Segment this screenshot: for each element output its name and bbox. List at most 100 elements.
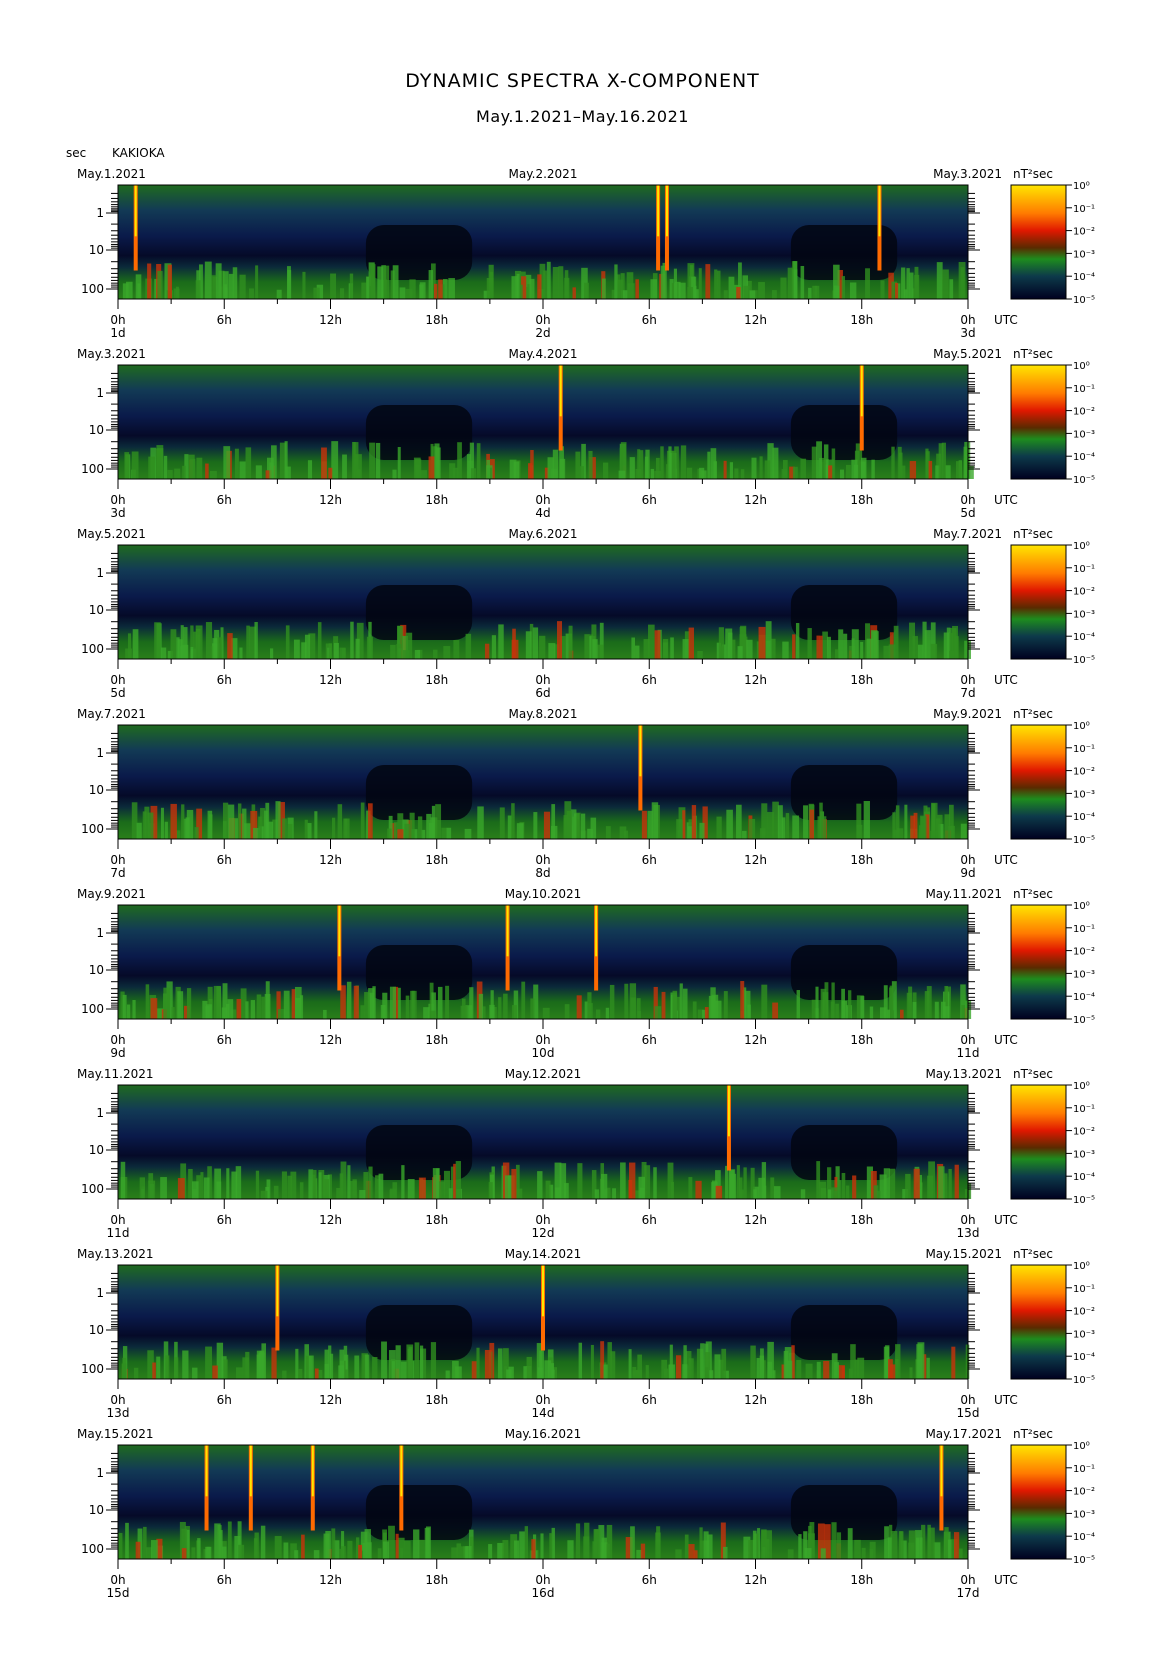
spectral-power-cell bbox=[654, 630, 661, 659]
spectral-power-cell bbox=[183, 627, 188, 659]
day-label: 16d bbox=[532, 1586, 555, 1600]
spectral-power-cell bbox=[871, 459, 875, 479]
spectral-power-cell bbox=[899, 1531, 904, 1559]
spectral-power-cell bbox=[367, 803, 373, 839]
spectral-power-cell bbox=[663, 1368, 670, 1379]
spectral-power-cell bbox=[160, 1177, 167, 1199]
panel-start-date: May.9.2021 bbox=[77, 887, 146, 901]
spectral-power-cell bbox=[607, 1342, 612, 1379]
event-spike-core bbox=[878, 185, 881, 237]
x-tick-label: 0h bbox=[110, 1573, 125, 1587]
spectral-power-cell bbox=[434, 443, 440, 479]
spectral-power-cell bbox=[443, 646, 451, 659]
spectral-power-cell bbox=[592, 1541, 598, 1559]
spectral-power-cell bbox=[660, 446, 664, 479]
spectral-power-cell bbox=[222, 802, 229, 839]
spectral-power-cell bbox=[705, 264, 711, 299]
spectral-power-cell bbox=[465, 1546, 472, 1559]
spectral-power-cell bbox=[163, 455, 168, 479]
spectral-power-cell bbox=[893, 829, 900, 839]
spectral-power-cell bbox=[312, 1170, 317, 1199]
spectral-power-cell bbox=[654, 1006, 662, 1019]
spectral-power-cell bbox=[785, 813, 790, 839]
spectral-power-cell bbox=[245, 1351, 250, 1379]
spectral-power-cell bbox=[637, 449, 641, 479]
colorbar-label: 10⁻² bbox=[1073, 227, 1095, 238]
event-spike-core bbox=[134, 185, 137, 237]
spectral-power-cell bbox=[331, 441, 339, 479]
spectral-power-cell bbox=[498, 624, 504, 659]
spectral-power-cell bbox=[697, 650, 703, 659]
spectral-power-cell bbox=[511, 1005, 517, 1019]
x-tick-label: 6h bbox=[217, 1393, 232, 1407]
spectral-power-cell bbox=[372, 1356, 378, 1379]
x-tick-label: 0h bbox=[535, 1573, 550, 1587]
spectral-power-cell bbox=[276, 289, 282, 299]
spectral-power-cell bbox=[723, 991, 728, 1019]
x-tick-label: 18h bbox=[850, 853, 873, 867]
spectral-power-cell bbox=[869, 1006, 874, 1019]
spectral-power-cell bbox=[432, 1168, 440, 1199]
colorbar-label: 10⁰ bbox=[1073, 1081, 1090, 1092]
spectral-power-cell bbox=[328, 467, 333, 479]
spectral-power-cell bbox=[304, 634, 311, 659]
event-spike-core bbox=[338, 905, 341, 957]
x-tick-label: 6h bbox=[642, 1393, 657, 1407]
spectral-power-cell bbox=[831, 1522, 837, 1559]
quiet-night-region bbox=[365, 945, 473, 1000]
spectral-power-cell bbox=[383, 265, 390, 299]
spectral-power-cell bbox=[860, 996, 865, 1019]
y-tick-label: 100 bbox=[81, 1362, 104, 1376]
x-tick-label: 6h bbox=[217, 1573, 232, 1587]
spectral-power-cell bbox=[191, 1547, 196, 1559]
colorbar-label: 10⁻³ bbox=[1073, 429, 1095, 440]
spectral-power-cell bbox=[339, 1349, 345, 1379]
spectral-power-cell bbox=[399, 287, 406, 299]
panel-end-date: May.15.2021 bbox=[925, 1247, 1002, 1261]
spectral-power-cell bbox=[919, 1537, 923, 1559]
x-tick-label: 12h bbox=[319, 853, 342, 867]
spectral-power-cell bbox=[401, 1165, 405, 1199]
spectral-power-cell bbox=[530, 998, 535, 1019]
x-tick-label: 6h bbox=[642, 1213, 657, 1227]
spectral-power-cell bbox=[680, 445, 687, 479]
spectral-power-cell bbox=[236, 998, 242, 1019]
colorbar-label: 10⁻⁵ bbox=[1073, 1015, 1095, 1026]
spectral-power-cell bbox=[283, 990, 290, 1019]
spectral-power-cell bbox=[838, 629, 844, 659]
spectral-power-cell bbox=[756, 1358, 760, 1379]
spectral-power-cell bbox=[152, 1362, 156, 1379]
spectral-power-cell bbox=[688, 1177, 693, 1199]
spectral-power-cell bbox=[214, 1523, 221, 1559]
spectral-power-cell bbox=[365, 1354, 370, 1379]
panel-start-date: May.1.2021 bbox=[77, 167, 146, 181]
day-label: 15d bbox=[107, 1586, 130, 1600]
colorbar-label: 10⁻³ bbox=[1073, 249, 1095, 260]
spectral-power-cell bbox=[425, 1526, 431, 1559]
spectral-power-cell bbox=[956, 461, 962, 479]
spectral-power-cell bbox=[126, 1004, 131, 1019]
spectral-power-cell bbox=[358, 1544, 363, 1559]
spectral-power-cell bbox=[497, 1348, 503, 1379]
spectral-power-cell bbox=[333, 642, 339, 659]
power-unit-label: nT²sec bbox=[1013, 1427, 1053, 1441]
spectral-power-cell bbox=[135, 1541, 141, 1559]
x-tick-label: 0h bbox=[535, 313, 550, 327]
spectral-power-cell bbox=[949, 279, 954, 299]
spectral-power-cell bbox=[430, 1342, 437, 1379]
spectral-power-cell bbox=[177, 639, 183, 659]
spectral-power-cell bbox=[281, 1171, 288, 1199]
spectral-power-cell bbox=[383, 1541, 390, 1559]
spectral-power-cell bbox=[736, 286, 741, 299]
spectral-power-cell bbox=[603, 1364, 608, 1379]
spectral-power-cell bbox=[193, 631, 198, 659]
spectral-power-cell bbox=[637, 1354, 642, 1379]
spectral-power-cell bbox=[641, 810, 647, 839]
spectral-power-cell bbox=[227, 633, 233, 659]
spectral-power-cell bbox=[347, 1540, 353, 1559]
colorbar-label: 10⁻² bbox=[1073, 947, 1095, 958]
x-tick-label: 12h bbox=[319, 673, 342, 687]
x-tick-label: 0h bbox=[960, 313, 975, 327]
spectral-power-cell bbox=[265, 981, 270, 1019]
spectral-power-cell bbox=[773, 1186, 781, 1199]
